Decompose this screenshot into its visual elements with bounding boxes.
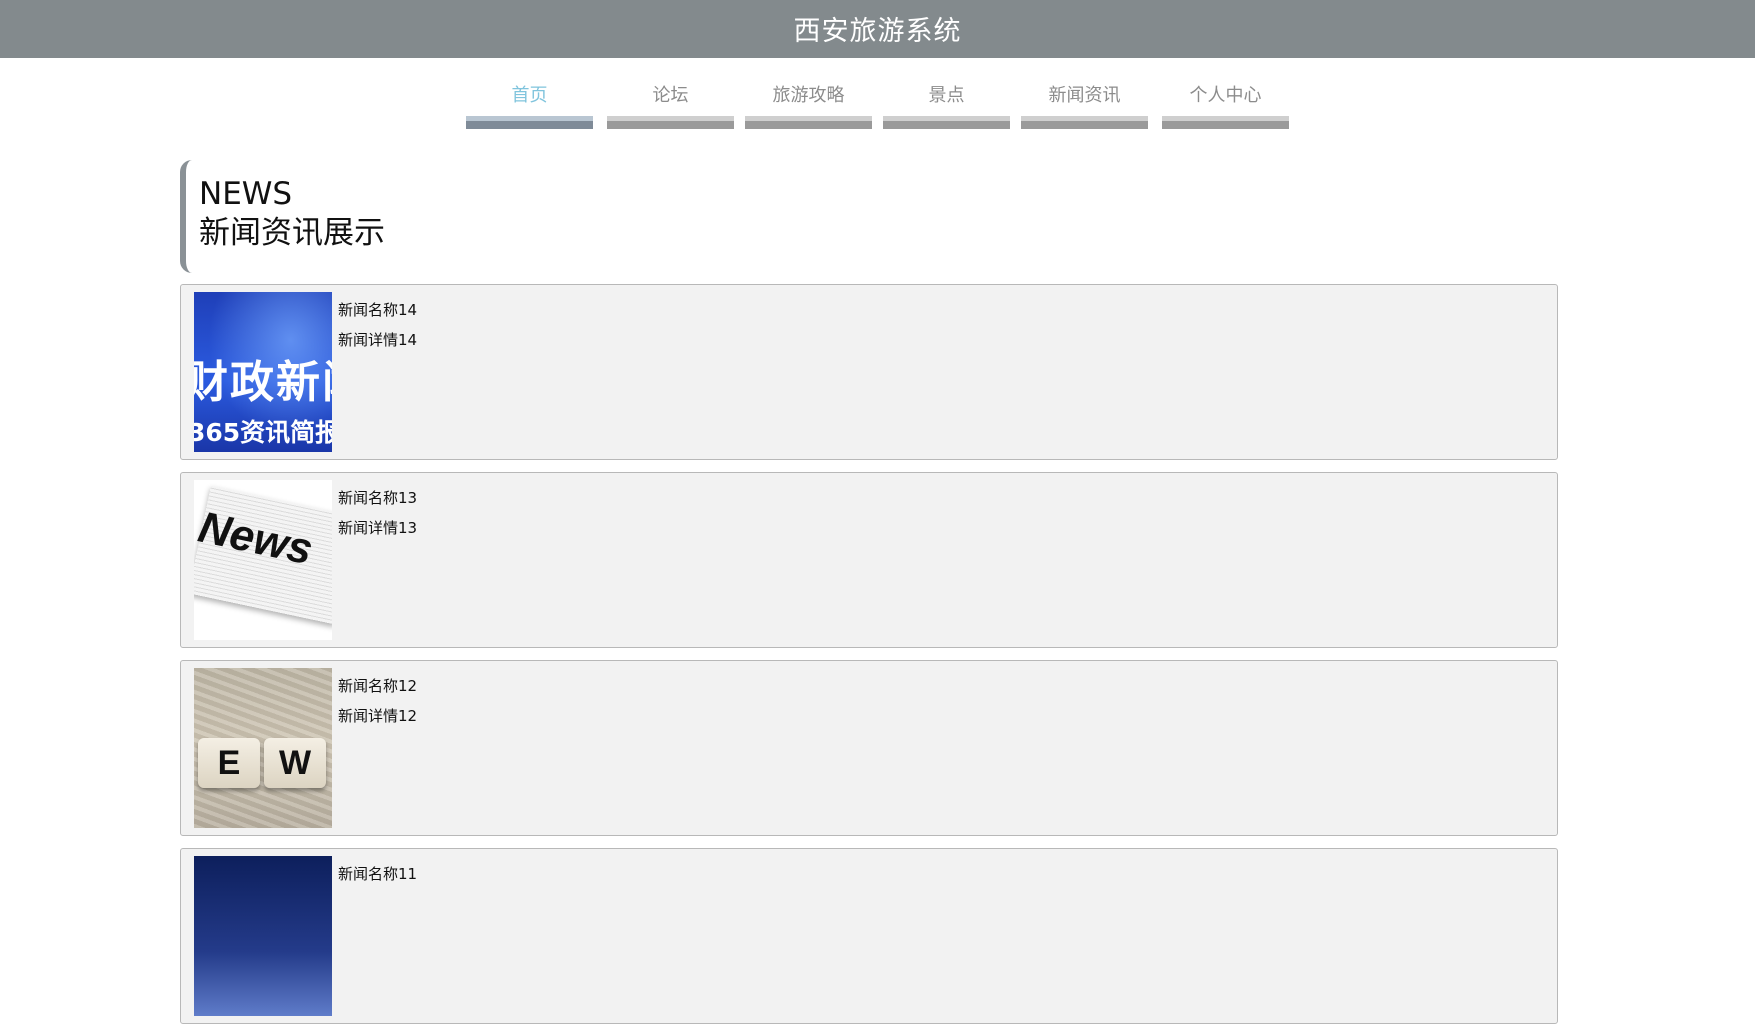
news-detail: 新闻详情13 <box>338 519 418 537</box>
news-title[interactable]: 新闻名称12 <box>338 675 417 696</box>
news-card[interactable]: 财政新闻 365资讯简报 新闻名称14 新闻详情14 <box>180 284 1558 460</box>
thumbnail-caption: 财政新闻 <box>194 357 332 408</box>
nav-item-label: 个人中心 <box>1189 85 1262 106</box>
header-bar: 西安旅游系统 <box>0 0 1755 58</box>
nav-item-profile[interactable]: 个人中心 <box>1162 82 1289 130</box>
news-thumbnail[interactable]: News <box>194 480 332 640</box>
nav-underline <box>883 116 1010 129</box>
nav-underline <box>1162 116 1289 129</box>
nav-item-label: 景点 <box>928 85 965 106</box>
section-title-en: NEWS <box>199 176 293 212</box>
news-list: 财政新闻 365资讯简报 新闻名称14 新闻详情14 News 新闻名称13 新… <box>180 284 1558 1036</box>
news-thumbnail[interactable] <box>194 856 332 1016</box>
news-detail: 新闻详情14 <box>338 331 418 349</box>
news-card[interactable]: News 新闻名称13 新闻详情13 <box>180 472 1558 648</box>
news-title[interactable]: 新闻名称11 <box>338 863 417 884</box>
news-title[interactable]: 新闻名称14 <box>338 299 417 320</box>
nav-item-home[interactable]: 首页 <box>466 82 593 130</box>
news-thumbnail[interactable]: 财政新闻 365资讯简报 <box>194 292 332 452</box>
news-thumbnail[interactable]: E W <box>194 668 332 828</box>
nav-underline <box>1021 116 1148 129</box>
section-title-zh: 新闻资讯展示 <box>199 215 385 251</box>
nav-item-attractions[interactable]: 景点 <box>883 82 1010 130</box>
thumbnail-subcaption: 365资讯简报 <box>194 418 332 447</box>
news-detail: 新闻详情12 <box>338 707 418 725</box>
nav-item-label: 旅游攻略 <box>772 85 845 106</box>
main-nav: 首页 论坛 旅游攻略 景点 新闻资讯 个人中心 <box>0 82 1755 132</box>
letter-cube: W <box>264 738 326 788</box>
nav-underline <box>745 116 872 129</box>
news-card[interactable]: E W 新闻名称12 新闻详情12 <box>180 660 1558 836</box>
nav-item-label: 首页 <box>511 85 548 106</box>
nav-underline <box>607 116 734 129</box>
letter-cube: E <box>198 738 260 788</box>
news-card[interactable]: 新闻名称11 <box>180 848 1558 1024</box>
news-title[interactable]: 新闻名称13 <box>338 487 417 508</box>
nav-item-label: 新闻资讯 <box>1048 85 1121 106</box>
news-section-heading: NEWS 新闻资讯展示 <box>180 160 680 273</box>
nav-item-label: 论坛 <box>652 85 689 106</box>
nav-item-news[interactable]: 新闻资讯 <box>1021 82 1148 130</box>
nav-item-forum[interactable]: 论坛 <box>607 82 734 130</box>
site-title: 西安旅游系统 <box>793 15 962 47</box>
nav-underline <box>466 116 593 129</box>
nav-item-travel-guide[interactable]: 旅游攻略 <box>745 82 872 130</box>
